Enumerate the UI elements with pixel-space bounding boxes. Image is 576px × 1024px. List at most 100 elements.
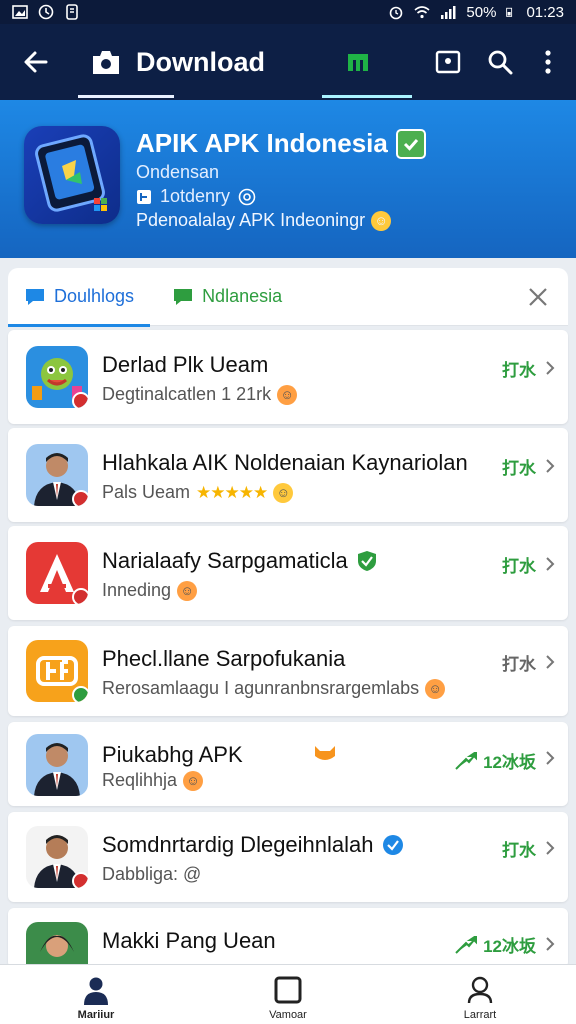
- nav-apps[interactable]: Vamoar: [192, 965, 384, 1024]
- featured-app-description: Pdenoalalay APK Indeoningr ☺: [136, 210, 392, 231]
- app-status-text: 打水: [502, 655, 536, 674]
- status-badge: [72, 490, 88, 506]
- alarm-icon: [390, 6, 403, 20]
- wifi-icon: [414, 6, 430, 19]
- app-status: 12冰坂: [455, 748, 536, 773]
- app-name-text: Narialaafy Sarpgamaticla: [102, 548, 348, 573]
- app-name-text: Derlad Plk Ueam: [102, 352, 269, 377]
- verified-check-icon: [382, 835, 403, 855]
- app-icon: [26, 346, 88, 408]
- app-name: Narialaafy Sarpgamaticla: [102, 548, 378, 574]
- chevron-right-icon: [546, 557, 555, 571]
- chevron-right-icon: [546, 937, 555, 951]
- chevron-right-icon: [546, 459, 555, 473]
- shield-check-icon: [357, 551, 376, 571]
- app-icon: [26, 542, 88, 604]
- status-badge: [72, 686, 88, 702]
- app-status-text: 打水: [502, 841, 536, 860]
- chevron-right-icon: [546, 841, 555, 855]
- nav-home[interactable]: Mariiur: [0, 965, 192, 1024]
- chevron-right-icon: [546, 655, 555, 669]
- smiley-emoji-icon: ☺: [425, 678, 446, 699]
- app-bar: Download: [0, 24, 576, 100]
- app-subtitle: Dabbliga: @: [102, 864, 201, 885]
- list-item[interactable]: Piukabhg APK Reqlihhja ☺ 12冰坂: [8, 722, 568, 806]
- app-subtitle: Degtinalcatlen 1 21rk ☺: [102, 384, 298, 405]
- signal-icon: [441, 6, 456, 19]
- tab-downloads[interactable]: Doulhlogs: [8, 268, 151, 327]
- featured-app-title: APIK APK Indonesia: [136, 128, 426, 159]
- smiley-emoji-icon: ☺: [371, 210, 392, 231]
- close-button[interactable]: [522, 281, 554, 313]
- status-bar: 50% 01:23: [0, 0, 576, 24]
- featured-app-meta: 1otdenry: [136, 186, 256, 207]
- app-name: Hlahkala AIK Noldenaian Kaynariolan: [102, 450, 468, 476]
- list-item[interactable]: Narialaafy Sarpgamaticla Inneding ☺ 打水: [8, 526, 568, 620]
- app-subtitle-text: Inneding: [102, 580, 172, 600]
- app-status-text: 打水: [502, 459, 536, 478]
- app-icon: [26, 734, 88, 796]
- list-item[interactable]: Makki Pang Uean 12冰坂: [8, 908, 568, 984]
- app-subtitle-text: Reqlihhja: [102, 770, 178, 790]
- nav-home-label: Mariiur: [77, 1009, 115, 1021]
- person-portrait-icon: [34, 743, 80, 796]
- tab-indicator: [78, 95, 174, 98]
- app-icon: [26, 640, 88, 702]
- list-item[interactable]: Derlad Plk Ueam Degtinalcatlen 1 21rk ☺ 打…: [8, 330, 568, 424]
- app-subtitle-text: Dabbliga: @: [102, 864, 202, 884]
- search-button[interactable]: [474, 24, 526, 100]
- app-icon: [26, 444, 88, 506]
- status-badge: [72, 588, 88, 604]
- app-subtitle-text: Pals Ueam: [102, 482, 191, 502]
- featured-app-banner[interactable]: APIK APK Indonesia Ondensan 1otdenry Pde…: [0, 100, 576, 258]
- app-subtitle-text: Rerosamlaagu I agunranbnsrargemlabs: [102, 678, 420, 698]
- at-sign-icon: [238, 188, 256, 205]
- app-name: Makki Pang Uean: [102, 928, 276, 954]
- app-name-text: Hlahkala AIK Noldenaian Kaynariolan: [102, 450, 468, 475]
- app-status: 打水: [502, 552, 536, 577]
- list-item[interactable]: Phecl.llane Sarpofukania Rerosamlaagu I …: [8, 626, 568, 716]
- app-subtitle-text: Degtinalcatlen 1 21rk: [102, 384, 272, 404]
- clock-notification-icon: [38, 4, 54, 20]
- shield-notification-icon: [66, 4, 78, 20]
- tab-indonesia-label: Ndlanesia: [202, 286, 283, 306]
- smiley-emoji-icon: ☺: [183, 770, 204, 791]
- tab-indicator: [322, 95, 412, 98]
- app-name-text: Phecl.llane Sarpofukania: [102, 646, 346, 671]
- filter-tabs: Doulhlogs Ndlanesia: [8, 268, 568, 327]
- app-status-text: 打水: [502, 361, 536, 380]
- more-vertical-icon: [545, 50, 551, 74]
- store-button[interactable]: [322, 24, 412, 100]
- back-button[interactable]: [16, 42, 56, 82]
- search-icon: [488, 50, 513, 75]
- more-options-button[interactable]: [526, 24, 570, 100]
- status-badge: [72, 392, 88, 408]
- app-name: Phecl.llane Sarpofukania: [102, 646, 345, 672]
- featured-app-meta-text: 1otdenry: [160, 186, 231, 206]
- download-tab[interactable]: Download: [78, 24, 265, 100]
- list-item[interactable]: Hlahkala AIK Noldenaian Kaynariolan Pals…: [8, 428, 568, 522]
- tab-indicator: [8, 323, 151, 327]
- battery-percent: 50%: [466, 3, 497, 21]
- smiley-emoji-icon: ☺: [273, 482, 294, 503]
- file-icon: [137, 189, 151, 204]
- screen-icon: [435, 50, 461, 74]
- nav-account[interactable]: Larrart: [384, 965, 576, 1024]
- app-status-text: 打水: [502, 557, 536, 576]
- tab-downloads-label: Doulhlogs: [54, 286, 135, 306]
- camera-icon: [93, 51, 119, 74]
- cat-emoji-icon: [315, 746, 335, 760]
- app-status: 打水: [502, 836, 536, 861]
- message-icon: [174, 288, 193, 305]
- tab-indonesia[interactable]: Ndlanesia: [156, 268, 298, 326]
- chevron-right-icon: [546, 361, 555, 375]
- screen-button[interactable]: [422, 24, 474, 100]
- store-icon: [348, 54, 368, 71]
- app-subtitle: Reqlihhja ☺: [102, 770, 204, 791]
- rating-stars: ★★★★★: [196, 482, 268, 502]
- featured-app-icon: [24, 126, 120, 224]
- smiley-emoji-icon: ☺: [277, 384, 298, 405]
- app-status: 打水: [502, 454, 536, 479]
- chevron-right-icon: [546, 751, 555, 765]
- list-item[interactable]: Somdnrtardig Dlegeihnlalah Dabbliga: @ 打…: [8, 812, 568, 902]
